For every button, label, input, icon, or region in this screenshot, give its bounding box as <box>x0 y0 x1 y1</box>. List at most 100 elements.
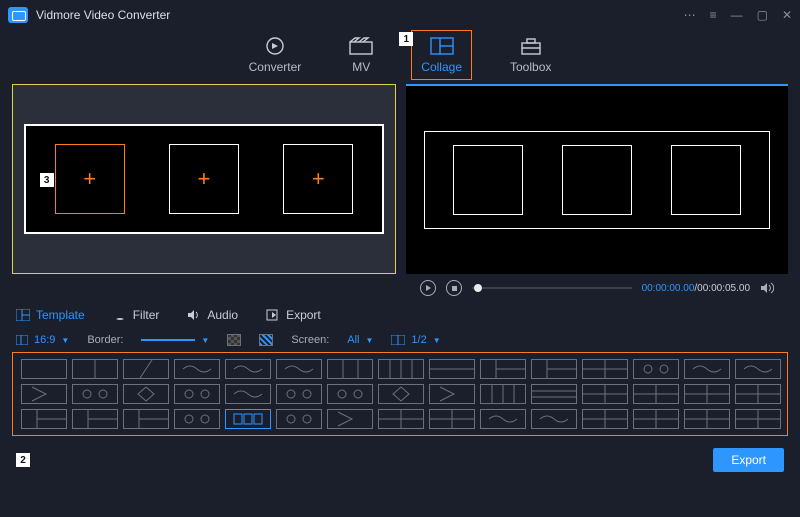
template-option[interactable] <box>21 409 67 429</box>
collage-icon <box>430 36 454 56</box>
subtab-label: Audio <box>207 308 238 322</box>
collage-cell-2[interactable]: + <box>169 144 239 214</box>
template-option[interactable] <box>276 384 322 404</box>
tab-converter[interactable]: Converter <box>249 36 302 74</box>
template-option[interactable] <box>684 409 730 429</box>
toolbox-icon <box>519 36 543 56</box>
tab-label: Toolbox <box>510 60 551 74</box>
template-grid <box>12 352 788 436</box>
preview-cell <box>671 145 741 215</box>
subtab-export[interactable]: Export <box>266 308 321 322</box>
template-option[interactable] <box>633 409 679 429</box>
preview-cell <box>453 145 523 215</box>
callout-3: 3 <box>40 173 54 187</box>
callout-2: 2 <box>16 453 30 467</box>
volume-icon[interactable] <box>760 282 774 294</box>
template-option[interactable] <box>582 359 628 379</box>
maximize-icon[interactable]: ▢ <box>757 8 768 22</box>
ratio-icon <box>16 335 28 345</box>
collage-cell-1[interactable]: 3 + <box>55 144 125 214</box>
template-option[interactable] <box>735 359 781 379</box>
play-button[interactable] <box>420 280 436 296</box>
template-option[interactable] <box>327 359 373 379</box>
screen-label: Screen: <box>291 334 329 346</box>
preview-pane <box>406 84 788 274</box>
template-option[interactable] <box>276 409 322 429</box>
template-option[interactable] <box>480 384 526 404</box>
audio-icon <box>187 309 201 321</box>
template-option[interactable] <box>225 384 271 404</box>
template-option[interactable] <box>582 409 628 429</box>
tab-label: Collage <box>421 60 462 74</box>
add-media-icon: + <box>312 166 325 192</box>
split-dropdown[interactable]: 1/2▼ <box>391 334 440 346</box>
template-option[interactable] <box>684 359 730 379</box>
template-option[interactable] <box>429 359 475 379</box>
tab-mv[interactable]: MV <box>349 36 373 74</box>
template-option[interactable] <box>225 409 271 429</box>
template-option[interactable] <box>582 384 628 404</box>
add-media-icon: + <box>83 166 96 192</box>
template-option[interactable] <box>735 409 781 429</box>
close-icon[interactable]: ✕ <box>782 8 792 22</box>
template-option[interactable] <box>378 359 424 379</box>
minimize-icon[interactable]: — <box>731 8 743 22</box>
filter-icon <box>113 309 127 321</box>
template-icon <box>16 309 30 321</box>
template-option[interactable] <box>378 384 424 404</box>
template-option[interactable] <box>225 359 271 379</box>
subtab-template[interactable]: Template <box>16 308 85 322</box>
template-option[interactable] <box>72 384 118 404</box>
subtab-filter[interactable]: Filter <box>113 308 160 322</box>
template-option[interactable] <box>174 359 220 379</box>
subtab-label: Template <box>36 308 85 322</box>
template-option[interactable] <box>684 384 730 404</box>
menu-icon[interactable]: ≡ <box>710 8 717 22</box>
template-option[interactable] <box>174 409 220 429</box>
template-option[interactable] <box>123 384 169 404</box>
template-option[interactable] <box>123 409 169 429</box>
callout-1: 1 <box>399 32 413 46</box>
template-option[interactable] <box>276 359 322 379</box>
template-option[interactable] <box>174 384 220 404</box>
template-option[interactable] <box>531 384 577 404</box>
template-option[interactable] <box>429 384 475 404</box>
template-option[interactable] <box>72 409 118 429</box>
seek-bar[interactable] <box>472 287 632 289</box>
template-option[interactable] <box>378 409 424 429</box>
subtab-label: Filter <box>133 308 160 322</box>
export-button[interactable]: Export <box>713 448 784 472</box>
template-option[interactable] <box>531 359 577 379</box>
template-option[interactable] <box>327 409 373 429</box>
template-option[interactable] <box>633 384 679 404</box>
border-pattern-button[interactable] <box>259 334 273 346</box>
template-option[interactable] <box>480 409 526 429</box>
collage-cell-3[interactable]: + <box>283 144 353 214</box>
template-option[interactable] <box>327 384 373 404</box>
converter-icon <box>263 36 287 56</box>
subtab-audio[interactable]: Audio <box>187 308 238 322</box>
border-style-dropdown[interactable]: ▼ <box>141 336 209 345</box>
stop-button[interactable] <box>446 280 462 296</box>
template-option[interactable] <box>123 359 169 379</box>
tab-collage[interactable]: 1 Collage <box>421 36 462 74</box>
template-option[interactable] <box>72 359 118 379</box>
template-option[interactable] <box>735 384 781 404</box>
template-option[interactable] <box>480 359 526 379</box>
tab-toolbox[interactable]: Toolbox <box>510 36 551 74</box>
feedback-icon[interactable]: ⋯ <box>684 8 696 22</box>
border-color-button[interactable] <box>227 334 241 346</box>
template-option[interactable] <box>429 409 475 429</box>
template-option[interactable] <box>21 359 67 379</box>
tab-label: MV <box>352 60 370 74</box>
template-option[interactable] <box>531 409 577 429</box>
screen-dropdown[interactable]: All▼ <box>347 334 373 346</box>
collage-editor[interactable]: 3 + + + <box>12 84 396 274</box>
app-title: Vidmore Video Converter <box>36 8 170 22</box>
tab-label: Converter <box>249 60 302 74</box>
template-option[interactable] <box>633 359 679 379</box>
template-option[interactable] <box>21 384 67 404</box>
aspect-ratio-dropdown[interactable]: 16:9▼ <box>16 334 69 346</box>
split-icon <box>391 335 405 345</box>
preview-cell <box>562 145 632 215</box>
